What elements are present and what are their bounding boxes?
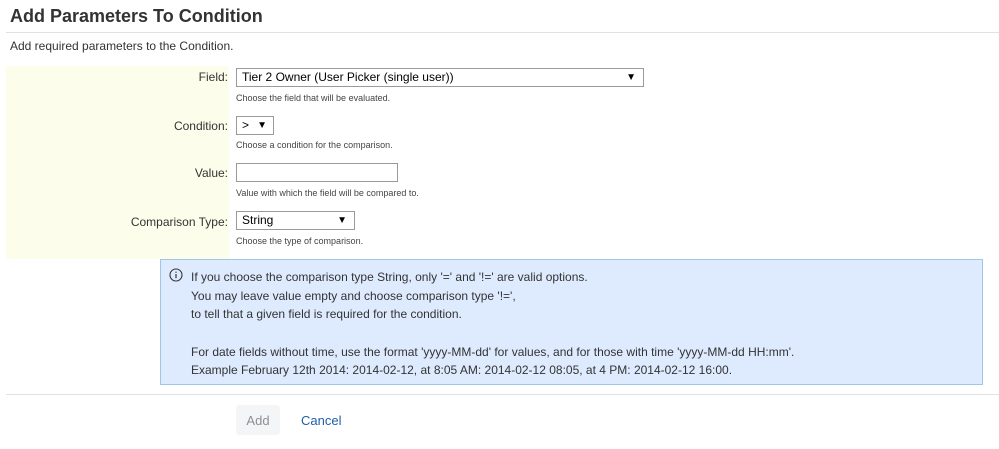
footer-divider [6,394,999,395]
value-label: Value: [194,166,228,180]
condition-help: Choose a condition for the comparison. [236,140,393,150]
add-parameters-dialog: Add Parameters To Condition Add required… [0,0,999,449]
value-help: Value with which the field will be compa… [236,188,419,198]
info-line: For date fields without time, use the fo… [191,345,795,359]
info-line: Example February 12th 2014: 2014-02-12, … [191,363,733,377]
info-message: If you choose the comparison type String… [160,259,983,385]
field-help: Choose the field that will be evaluated. [236,93,391,103]
info-line: If you choose the comparison type String… [191,270,588,284]
info-circle-icon [169,268,183,282]
dropdown-arrow-icon: ▼ [626,72,636,83]
dropdown-arrow-icon: ▼ [337,215,347,226]
title-divider [6,32,999,33]
add-button[interactable]: Add [236,405,280,435]
comparison-type-select-value: String [242,213,274,227]
page-title: Add Parameters To Condition [10,6,263,26]
form-label-panel [6,66,229,259]
info-line: to tell that a given field is required f… [191,307,462,321]
comparison-type-help: Choose the type of comparison. [236,236,364,246]
info-line: You may leave value empty and choose com… [191,289,516,303]
value-input[interactable] [236,163,398,182]
condition-select-value: > [242,118,250,132]
page-subtitle: Add required parameters to the Condition… [10,39,234,53]
comparison-type-select[interactable]: String ▼ [236,211,355,230]
condition-select[interactable]: > ▼ [236,116,274,135]
field-select-value: Tier 2 Owner (User Picker (single user)) [242,70,454,84]
field-select[interactable]: Tier 2 Owner (User Picker (single user))… [236,68,644,87]
comparison-type-label: Comparison Type: [130,215,228,229]
dropdown-arrow-icon: ▼ [257,120,267,131]
field-label: Field: [198,70,228,84]
cancel-link[interactable]: Cancel [301,413,341,428]
condition-label: Condition: [173,119,228,133]
